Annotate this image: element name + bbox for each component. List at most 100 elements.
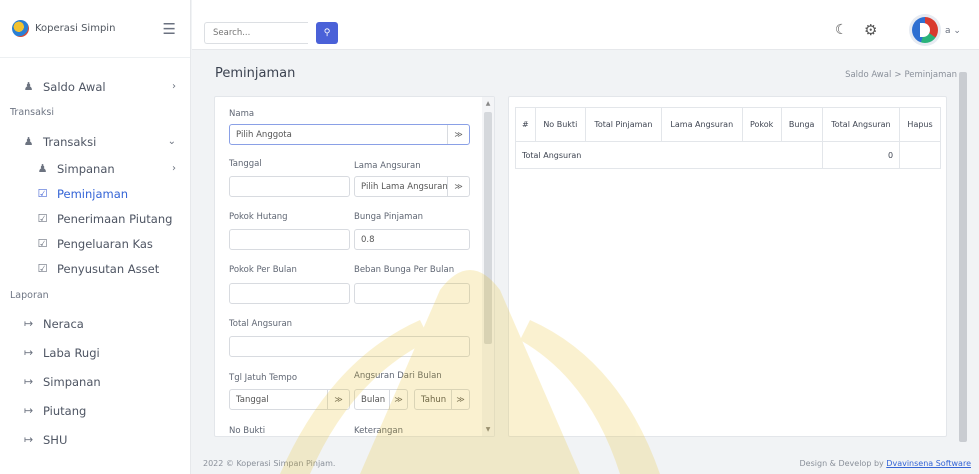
angsuran-dari-bulan-label: Angsuran Dari Bulan [354, 371, 442, 381]
lama-angsuran-value: Pilih Lama Angsuran [361, 181, 448, 192]
sidebar-item-penyusutan-asset[interactable]: ☑ Penyusutan Asset [0, 256, 190, 281]
footer-credit-link[interactable]: Dvavinsena Software [886, 459, 971, 468]
lama-angsuran-select[interactable]: Pilih Lama Angsuran ≫ [354, 176, 470, 197]
chevron-right-icon: › [172, 81, 176, 92]
sidebar-item-label: Laba Rugi [43, 345, 100, 360]
col-header-lama-angsuran: Lama Angsuran [660, 107, 743, 142]
sidebar-item-pengeluaran-kas[interactable]: ☑ Pengeluaran Kas [0, 231, 190, 256]
user-menu[interactable]: a ⌄ [945, 26, 961, 36]
bulan-select[interactable]: Bulan ≫ [354, 389, 408, 410]
total-angsuran-field[interactable] [229, 336, 470, 357]
scroll-down-icon[interactable]: ▼ [484, 426, 492, 433]
chevron-double-down-icon: ≫ [447, 125, 469, 144]
users-icon: ♟ [37, 162, 48, 175]
form-scroll-thumb[interactable] [484, 112, 492, 344]
avatar[interactable] [909, 14, 941, 46]
logout-icon: ↦ [23, 375, 34, 388]
brand: Koperasi Simpin ☰ [0, 0, 190, 58]
sidebar-item-label: Peminjaman [57, 186, 129, 201]
checkbox-icon: ☑ [37, 237, 48, 250]
chevron-right-icon: › [172, 163, 176, 174]
logout-icon: ↦ [23, 433, 34, 446]
scroll-up-icon[interactable]: ▲ [484, 100, 492, 107]
sidebar-item-saldo-awal[interactable]: ♟ Saldo Awal › [0, 72, 190, 101]
pokok-hutang-label: Pokok Hutang [229, 212, 288, 222]
sidebar-item-label: Transaksi [43, 134, 97, 149]
pokok-per-bulan-label: Pokok Per Bulan [229, 265, 297, 275]
search-button[interactable]: ⚲ [316, 22, 338, 44]
loan-form-card: Nama Pilih Anggota ≫ Tanggal Lama Angsur… [214, 96, 495, 437]
loan-table-card: # No Bukti Total Pinjaman Lama Angsuran … [508, 96, 947, 437]
sidebar-section-transaksi: Transaksi [10, 106, 55, 118]
sidebar-item-label: Simpanan [57, 161, 115, 176]
sidebar-item-label: Pengeluaran Kas [57, 236, 153, 251]
logout-icon: ↦ [23, 404, 34, 417]
sidebar-item-label: Penerimaan Piutang [57, 211, 173, 226]
hamburger-menu-icon[interactable]: ☰ [163, 20, 176, 38]
user-initial: a [945, 26, 951, 36]
sidebar-item-simpanan[interactable]: ♟ Simpanan › [0, 156, 190, 181]
tgl-jatuh-tempo-value: Tanggal [236, 394, 269, 405]
table-header-row: # No Bukti Total Pinjaman Lama Angsuran … [515, 107, 941, 142]
sidebar-item-simpanan-report[interactable]: ↦ Simpanan [0, 367, 190, 396]
sidebar-item-label: Penyusutan Asset [57, 261, 160, 276]
col-header-hapus: Hapus [899, 107, 941, 142]
page-scroll-thumb[interactable] [959, 72, 967, 442]
total-angsuran-row-value: 0 [821, 141, 901, 169]
nama-select[interactable]: Pilih Anggota ≫ [229, 124, 470, 145]
bunga-pinjaman-value: 0.8 [361, 234, 375, 245]
bunga-pinjaman-field[interactable]: 0.8 [354, 229, 470, 250]
brand-logo [12, 20, 29, 37]
sidebar-item-shu[interactable]: ↦ SHU [0, 425, 190, 454]
total-angsuran-row-label: Total Angsuran [515, 141, 823, 169]
beban-bunga-field[interactable] [354, 283, 470, 304]
chevron-double-down-icon: ≫ [389, 390, 407, 409]
sidebar-item-laba-rugi[interactable]: ↦ Laba Rugi [0, 338, 190, 367]
sidebar-item-label: Simpanan [43, 374, 101, 389]
checkbox-icon: ☑ [37, 262, 48, 275]
sidebar-item-label: SHU [43, 432, 68, 447]
gear-icon[interactable]: ⚙ [864, 21, 877, 39]
loan-table: # No Bukti Total Pinjaman Lama Angsuran … [515, 107, 941, 169]
total-angsuran-label: Total Angsuran [229, 319, 293, 329]
sidebar-item-piutang[interactable]: ↦ Piutang [0, 396, 190, 425]
sidebar-item-peminjaman[interactable]: ☑ Peminjaman [0, 181, 190, 206]
moon-icon[interactable]: ☾ [835, 22, 848, 38]
breadcrumb-item-saldo-awal[interactable]: Saldo Awal [845, 70, 891, 80]
top-header: ⚲ ☾ ⚙ a ⌄ [192, 0, 979, 50]
form-scrollbar[interactable]: ▲ ▼ [482, 97, 494, 436]
col-header-pokok: Pokok [741, 107, 782, 142]
chevron-double-down-icon: ≫ [451, 390, 469, 409]
chevron-down-icon: ⌄ [953, 26, 961, 36]
users-icon: ♟ [23, 135, 34, 148]
tanggal-field[interactable] [229, 176, 350, 197]
pokok-hutang-field[interactable] [229, 229, 350, 250]
col-header-index: # [515, 107, 536, 142]
breadcrumb: Saldo Awal > Peminjaman [845, 70, 957, 80]
col-header-total-pinjaman: Total Pinjaman [584, 107, 662, 142]
chevron-double-down-icon: ≫ [447, 177, 469, 196]
breadcrumb-separator: > [894, 70, 902, 80]
search-icon: ⚲ [323, 28, 331, 38]
keterangan-label: Keterangan [354, 426, 404, 436]
logout-icon: ↦ [23, 317, 34, 330]
pokok-per-bulan-field[interactable] [229, 283, 350, 304]
bulan-value: Bulan [361, 394, 386, 405]
tgl-jatuh-tempo-select[interactable]: Tanggal ≫ [229, 389, 350, 410]
chevron-down-icon: ⌄ [167, 136, 176, 147]
beban-bunga-label: Beban Bunga Per Bulan [354, 265, 455, 275]
brand-name: Koperasi Simpin [35, 23, 116, 34]
tahun-select[interactable]: Tahun ≫ [414, 389, 470, 410]
page-scrollbar[interactable] [958, 60, 968, 455]
sidebar-item-penerimaan-piutang[interactable]: ☑ Penerimaan Piutang [0, 206, 190, 231]
chevron-double-down-icon: ≫ [327, 390, 349, 409]
logout-icon: ↦ [23, 346, 34, 359]
table-empty-cell [899, 141, 941, 169]
search-input[interactable] [204, 22, 308, 44]
tahun-value: Tahun [421, 394, 447, 405]
sidebar-item-transaksi[interactable]: ♟ Transaksi ⌄ [0, 127, 190, 156]
sidebar-item-label: Neraca [43, 316, 84, 331]
sidebar-item-label: Piutang [43, 403, 87, 418]
page-title: Peminjaman [215, 66, 296, 81]
sidebar-item-neraca[interactable]: ↦ Neraca [0, 309, 190, 338]
